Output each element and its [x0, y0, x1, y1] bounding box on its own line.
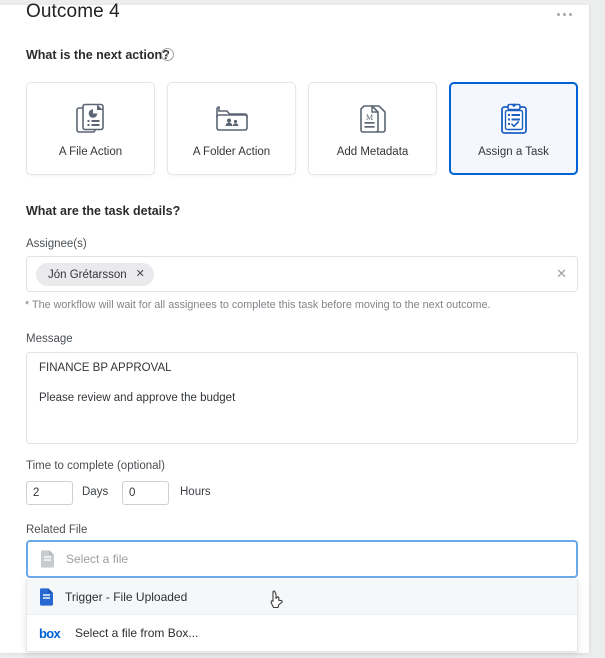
- dropdown-option-label: Select a file from Box...: [75, 626, 198, 640]
- card-header: Outcome 4: [0, 5, 589, 33]
- action-card-label: Add Metadata: [337, 146, 409, 158]
- task-details-question: What are the task details?: [26, 204, 180, 218]
- message-textarea[interactable]: FINANCE BP APPROVAL Please review and ap…: [26, 352, 578, 444]
- action-card-label: Assign a Task: [478, 146, 549, 158]
- kebab-dot: [569, 13, 572, 16]
- page-title: Outcome 4: [26, 1, 120, 23]
- assignee-input[interactable]: Jón Grétarsson ✕ ✕: [26, 256, 578, 292]
- message-label: Message: [26, 333, 73, 345]
- next-action-question: What is the next action?: [26, 48, 170, 62]
- action-card-label: A Folder Action: [193, 146, 270, 158]
- kebab-dot: [557, 13, 560, 16]
- assignee-note: * The workflow will wait for all assigne…: [25, 299, 490, 311]
- file-placeholder-icon: [40, 550, 55, 568]
- file-document-icon: [76, 99, 106, 139]
- hours-input[interactable]: [122, 481, 169, 505]
- related-file-dropdown: Trigger - File Uploaded box Select a fil…: [26, 579, 578, 652]
- dropdown-option-trigger-file[interactable]: Trigger - File Uploaded: [27, 579, 577, 615]
- related-file-label: Related File: [26, 524, 87, 536]
- svg-text:M: M: [365, 113, 372, 122]
- assignee-label: Assignee(s): [26, 238, 87, 250]
- related-file-select[interactable]: Select a file: [26, 540, 578, 578]
- action-card-assign-task[interactable]: Assign a Task: [449, 82, 578, 175]
- action-card-folder[interactable]: A Folder Action: [167, 82, 296, 175]
- box-logo-icon: box: [39, 626, 63, 641]
- dropdown-option-box-picker[interactable]: box Select a file from Box...: [27, 615, 577, 651]
- info-icon[interactable]: i: [161, 48, 174, 61]
- action-card-label: A File Action: [59, 146, 122, 158]
- page-background: Outcome 4 What is the next action? i: [0, 0, 605, 658]
- related-file-placeholder: Select a file: [66, 552, 128, 566]
- message-line-1: FINANCE BP APPROVAL: [39, 362, 565, 375]
- action-card-file[interactable]: A File Action: [26, 82, 155, 175]
- assignee-chip[interactable]: Jón Grétarsson ✕: [36, 263, 154, 286]
- assignee-chip-label: Jón Grétarsson: [48, 269, 127, 281]
- action-cards-row: A File Action A Folder Action: [26, 82, 578, 175]
- days-unit-label: Days: [82, 486, 108, 498]
- dropdown-option-label: Trigger - File Uploaded: [65, 590, 187, 604]
- metadata-tag-icon: M: [357, 99, 389, 139]
- message-line-2: Please review and approve the budget: [39, 392, 565, 405]
- action-card-metadata[interactable]: M Add Metadata: [308, 82, 437, 175]
- kebab-menu-icon[interactable]: [557, 7, 572, 21]
- close-icon[interactable]: ✕: [136, 269, 145, 280]
- days-input[interactable]: [26, 481, 73, 505]
- clear-assignees-icon[interactable]: ✕: [556, 267, 567, 280]
- folder-users-icon: [216, 99, 248, 139]
- clipboard-check-icon: [499, 99, 529, 139]
- blue-file-icon: [39, 588, 54, 606]
- hours-unit-label: Hours: [180, 486, 211, 498]
- kebab-dot: [563, 13, 566, 16]
- outcome-card: Outcome 4 What is the next action? i: [0, 5, 590, 653]
- time-to-complete-label: Time to complete (optional): [26, 460, 165, 472]
